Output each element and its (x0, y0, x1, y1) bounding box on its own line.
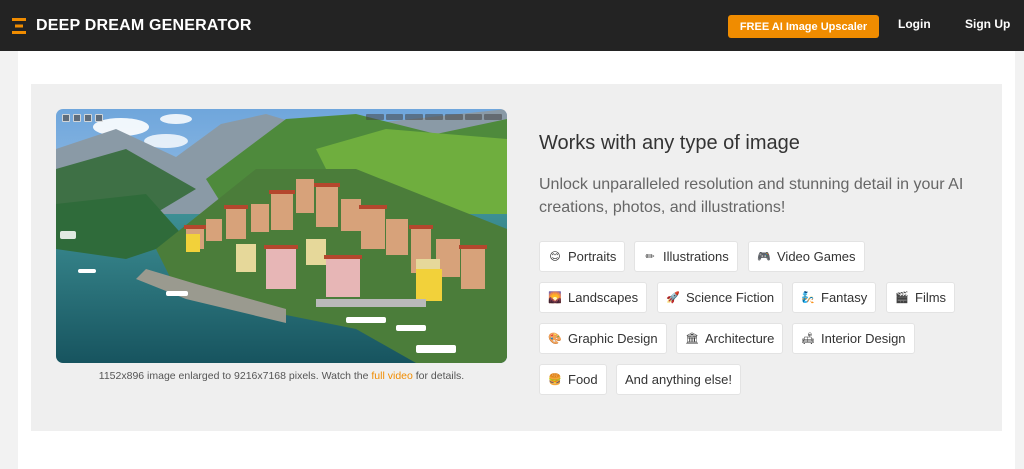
tag-label: Interior Design (821, 331, 906, 346)
pencil-icon: ✏ (645, 251, 655, 263)
tag-architecture[interactable]: 🏛 Architecture (676, 323, 784, 354)
tag-graphic-design[interactable]: 🎨 Graphic Design (539, 323, 667, 354)
page-content: 1152x896 image enlarged to 9216x7168 pix… (18, 51, 1015, 469)
thumbnail-strip (366, 114, 503, 120)
tag-label: Fantasy (821, 290, 868, 305)
burger-icon: 🍔 (548, 374, 562, 386)
tag-label: Films (915, 290, 947, 305)
tag-label: Portraits (568, 249, 617, 264)
showcase-image[interactable] (56, 109, 507, 363)
tag-interior-design[interactable]: 🛋 Interior Design (792, 323, 915, 354)
tag-label: Graphic Design (568, 331, 658, 346)
tag-label: Illustrations (663, 249, 729, 264)
face-icon: 😊 (549, 251, 561, 263)
top-navigation-bar: DEEP DREAM GENERATOR FREE AI Image Upsca… (0, 0, 1024, 51)
zoom-out-icon[interactable] (73, 114, 81, 122)
gamepad-icon: 🎮 (757, 251, 771, 263)
tag-label: Landscapes (568, 290, 639, 305)
couch-icon: 🛋 (801, 333, 815, 345)
lakeside-village-image (56, 109, 507, 363)
fullscreen-icon[interactable] (95, 114, 103, 122)
zoom-in-icon[interactable] (62, 114, 70, 122)
classical-building-icon: 🏛 (685, 333, 699, 345)
tag-label: And anything else! (625, 372, 732, 387)
brand-logo[interactable]: DEEP DREAM GENERATOR (12, 17, 252, 35)
home-icon[interactable] (84, 114, 92, 122)
tag-films[interactable]: 🎬 Films (886, 282, 956, 313)
tag-science-fiction[interactable]: 🚀 Science Fiction (657, 282, 784, 313)
section-heading: Works with any type of image (539, 132, 800, 154)
tag-label: Food (568, 372, 598, 387)
tag-portraits[interactable]: 😊 Portraits (539, 241, 626, 272)
tag-fantasy[interactable]: 🧞 Fantasy (792, 282, 877, 313)
section-description: Unlock unparalleled resolution and stunn… (539, 176, 964, 216)
tag-label: Architecture (705, 331, 775, 346)
tag-food[interactable]: 🍔 Food (539, 364, 607, 395)
tag-label: Video Games (777, 249, 856, 264)
brand-name: DEEP DREAM GENERATOR (36, 16, 252, 34)
signup-link[interactable]: Sign Up (965, 17, 1010, 31)
free-upscaler-button[interactable]: FREE AI Image Upscaler (728, 15, 879, 38)
image-label-tag (60, 231, 76, 239)
full-video-link[interactable]: full video (371, 370, 412, 382)
clapperboard-icon: 🎬 (895, 292, 909, 304)
genie-icon: 🧞 (801, 292, 815, 304)
rocket-icon: 🚀 (666, 292, 680, 304)
landscape-icon: 🌄 (548, 292, 562, 304)
tag-anything-else[interactable]: And anything else! (616, 364, 741, 395)
showcase-caption: 1152x896 image enlarged to 9216x7168 pix… (56, 370, 507, 382)
tag-illustrations[interactable]: ✏ Illustrations (634, 241, 738, 272)
tag-landscapes[interactable]: 🌄 Landscapes (539, 282, 648, 313)
tag-video-games[interactable]: 🎮 Video Games (748, 241, 865, 272)
caption-text: 1152x896 image enlarged to 9216x7168 pix… (98, 370, 372, 382)
image-viewer-toolbar (62, 114, 103, 122)
caption-text-end: for details. (412, 370, 465, 382)
logo-icon (12, 17, 26, 34)
login-link[interactable]: Login (898, 17, 931, 31)
feature-panel: 1152x896 image enlarged to 9216x7168 pix… (31, 84, 1002, 431)
tag-label: Science Fiction (686, 290, 775, 305)
palette-icon: 🎨 (548, 333, 562, 345)
